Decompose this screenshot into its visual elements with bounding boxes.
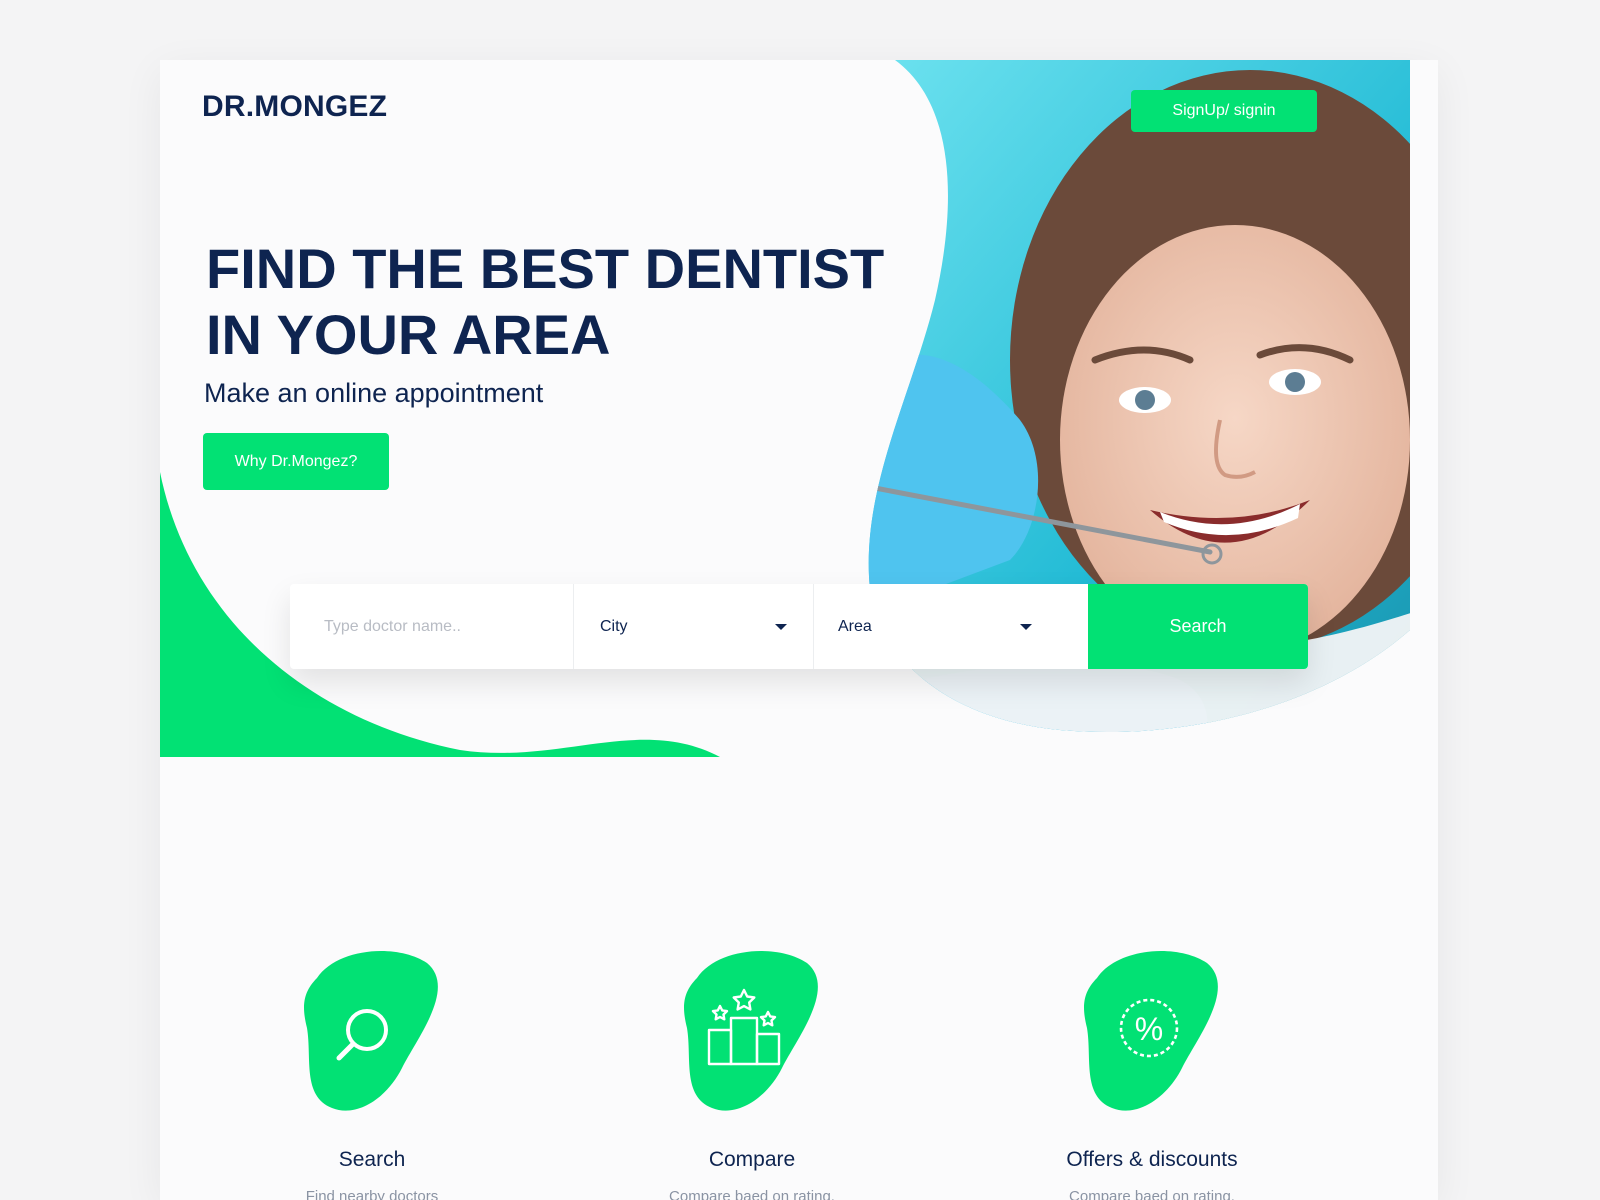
search-button[interactable]: Search (1088, 584, 1308, 669)
why-dr-mongez-button[interactable]: Why Dr.Mongez? (203, 433, 389, 490)
feature-description: Find nearby doctors (305, 1188, 439, 1200)
search-bar: City Area Search (290, 584, 1308, 669)
city-select-value: City (600, 617, 628, 635)
feature-offers-discounts: % Offers & discounts Compare baed on rat… (1002, 948, 1302, 1200)
chevron-down-icon (775, 623, 787, 630)
city-select[interactable]: City (574, 584, 814, 669)
search-icon (304, 951, 438, 1111)
feature-description: Compare baed on rating. (1069, 1188, 1235, 1200)
feature-compare: Compare Compare baed on rating. (602, 948, 902, 1200)
doctor-name-input[interactable] (322, 616, 556, 637)
area-select-value: Area (838, 617, 872, 635)
chevron-down-icon (1020, 623, 1032, 630)
podium-stars-icon (684, 951, 818, 1111)
logo[interactable]: DR.MONGEZ (202, 90, 387, 124)
percent-icon: % (1084, 951, 1218, 1111)
feature-title: Compare (708, 1148, 796, 1171)
feature-title: Search (338, 1148, 406, 1171)
signup-signin-button[interactable]: SignUp/ signin (1131, 90, 1317, 132)
hero-subheadline: Make an online appointment (204, 378, 544, 408)
feature-description: Compare baed on rating. (669, 1188, 835, 1200)
feature-search: Search Find nearby doctors (222, 948, 522, 1200)
doctor-name-field (290, 584, 574, 669)
svg-text:%: % (1135, 1011, 1163, 1047)
area-select[interactable]: Area (814, 584, 1088, 669)
page-card: DR.MONGEZ SignUp/ signin FIND THE BEST D… (160, 60, 1438, 1200)
feature-title: Offers & discounts (1066, 1148, 1238, 1171)
hero-headline: FIND THE BEST DENTIST IN YOUR AREA (206, 237, 885, 366)
